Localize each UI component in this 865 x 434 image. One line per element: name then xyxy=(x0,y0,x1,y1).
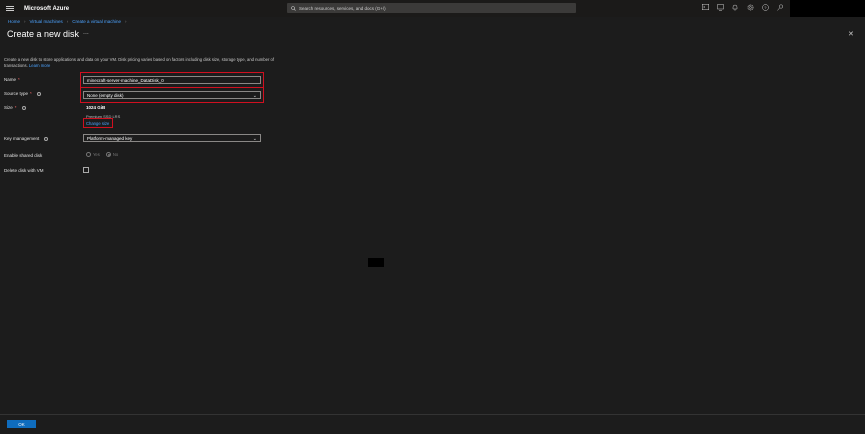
page-title: Create a new disk xyxy=(7,29,80,39)
radio-icon xyxy=(86,152,91,157)
gear-icon[interactable] xyxy=(746,3,754,11)
info-icon[interactable] xyxy=(21,105,26,110)
shared-disk-no-radio[interactable]: No xyxy=(105,152,119,157)
breadcrumb-create-vm[interactable]: Create a virtual machine xyxy=(72,19,121,24)
key-management-value: Platform-managed key xyxy=(87,135,133,141)
name-label-text: Name xyxy=(4,77,17,82)
info-icon[interactable] xyxy=(36,91,41,96)
disk-size-value: 1024 GiB xyxy=(86,105,106,110)
global-search-input[interactable]: Search resources, services, and docs (G+… xyxy=(287,3,576,13)
more-options-icon[interactable]: ... xyxy=(83,29,89,36)
shared-disk-radio-group: Yes No xyxy=(86,152,118,157)
chevron-right-icon: › xyxy=(24,19,26,24)
info-icon[interactable] xyxy=(44,136,49,141)
key-management-select[interactable]: Platform-managed key ⌄ xyxy=(83,134,261,142)
help-icon[interactable]: ? xyxy=(761,3,769,11)
description: Create a new disk to store applications … xyxy=(4,57,284,69)
source-type-label: Source type * xyxy=(4,91,41,96)
svg-text:?: ? xyxy=(764,5,767,10)
name-label: Name * xyxy=(4,77,20,82)
size-label-text: Size xyxy=(4,105,13,110)
radio-checked-icon xyxy=(105,152,111,157)
chevron-down-icon: ⌄ xyxy=(252,93,257,99)
breadcrumb: Home › Virtual machines › Create a virtu… xyxy=(8,19,126,24)
required-marker: * xyxy=(18,77,20,82)
chevron-right-icon: › xyxy=(66,19,69,24)
key-management-label: Key management xyxy=(4,136,49,141)
delete-with-vm-label-text: Delete disk with VM xyxy=(4,168,44,173)
menu-icon[interactable] xyxy=(6,6,14,11)
shared-disk-label-text: Enable shared disk xyxy=(4,153,43,158)
redacted-region xyxy=(368,258,384,267)
terminal-icon[interactable] xyxy=(701,3,709,11)
search-placeholder: Search resources, services, and docs (G+… xyxy=(299,5,386,11)
disk-sku-value: Premium SSD LRS xyxy=(86,114,121,119)
feedback-icon[interactable] xyxy=(776,3,784,11)
brand-title[interactable]: Microsoft Azure xyxy=(24,6,69,12)
ok-button[interactable]: OK xyxy=(7,420,36,428)
size-label: Size * xyxy=(4,105,26,110)
delete-with-vm-checkbox[interactable] xyxy=(83,167,89,173)
shared-yes-label: Yes xyxy=(93,152,100,157)
breadcrumb-home[interactable]: Home xyxy=(8,19,20,24)
breadcrumb-virtual-machines[interactable]: Virtual machines xyxy=(30,19,63,24)
required-marker: * xyxy=(14,105,17,110)
footer-bar: OK xyxy=(0,414,865,434)
chevron-right-icon: › xyxy=(124,19,127,24)
delete-with-vm-label: Delete disk with VM xyxy=(4,168,44,173)
shared-no-label: No xyxy=(112,152,119,157)
source-type-label-text: Source type xyxy=(4,91,29,96)
close-icon[interactable]: ✕ xyxy=(848,30,854,38)
learn-more-link[interactable]: Learn more xyxy=(29,63,50,68)
bell-icon[interactable] xyxy=(731,3,739,11)
create-disk-panel: Home › Virtual machines › Create a virtu… xyxy=(0,17,865,434)
disk-name-input[interactable]: minecraft-server-machine_DataDisk_0 xyxy=(83,76,261,84)
required-marker: * xyxy=(30,91,32,96)
shared-disk-yes-radio[interactable]: Yes xyxy=(86,152,100,157)
blank-region xyxy=(790,0,865,17)
change-size-link[interactable]: Change size xyxy=(86,121,109,126)
source-type-value: None (empty disk) xyxy=(87,92,124,98)
search-icon xyxy=(291,5,296,11)
shared-disk-label: Enable shared disk xyxy=(4,153,42,158)
key-management-label-text: Key management xyxy=(4,136,40,141)
source-type-select[interactable]: None (empty disk) ⌄ xyxy=(83,91,261,99)
disk-name-value: minecraft-server-machine_DataDisk_0 xyxy=(87,77,164,83)
directory-filter-icon[interactable] xyxy=(716,3,724,11)
chevron-down-icon: ⌄ xyxy=(252,136,257,142)
top-navigation-bar: Microsoft Azure Search resources, servic… xyxy=(0,0,790,17)
